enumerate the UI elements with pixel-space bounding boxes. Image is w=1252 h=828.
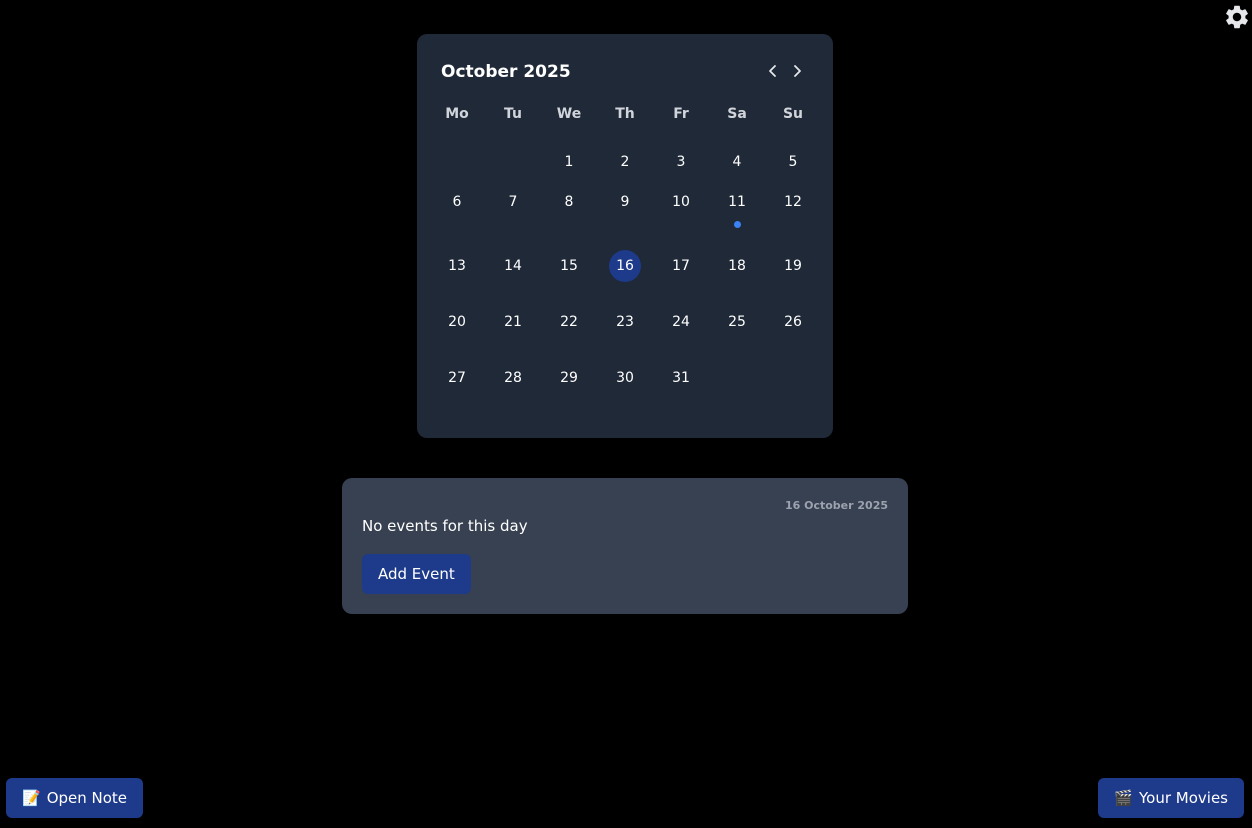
day-cell: 11 (709, 186, 765, 250)
month-title: October 2025 (441, 62, 571, 82)
gear-icon (1226, 5, 1248, 29)
day-number[interactable]: 21 (497, 306, 529, 338)
day-cell: 16 (597, 250, 653, 306)
day-number-selected[interactable]: 16 (609, 250, 641, 282)
clapperboard-icon: 🎬 (1114, 788, 1133, 807)
day-number[interactable]: 19 (777, 250, 809, 282)
day-grid: 1 2 3 4 5 6 7 8 9 10 11 12 13 14 15 16 17 18 19 20 21 22 23 24 2… (429, 146, 821, 418)
selected-date-label: 16 October 2025 (784, 499, 888, 512)
day-cell: 27 (429, 362, 485, 418)
day-cell: 19 (765, 250, 821, 306)
day-events-panel: 16 October 2025 No events for this day A… (342, 478, 908, 614)
day-number[interactable]: 9 (609, 186, 641, 218)
day-number[interactable]: 10 (665, 186, 697, 218)
day-number[interactable]: 15 (553, 250, 585, 282)
chevron-left-icon (769, 65, 776, 77)
day-cell-empty (429, 146, 485, 186)
day-number[interactable]: 25 (721, 306, 753, 338)
event-indicator-dot (733, 221, 741, 228)
day-cell: 24 (653, 306, 709, 362)
day-number[interactable]: 13 (441, 250, 473, 282)
day-cell: 8 (541, 186, 597, 250)
day-number[interactable]: 6 (441, 186, 473, 218)
day-cell: 21 (485, 306, 541, 362)
day-number[interactable]: 30 (609, 362, 641, 394)
your-movies-button[interactable]: 🎬 Your Movies (1098, 778, 1244, 818)
day-number[interactable]: 12 (777, 186, 809, 218)
day-cell: 28 (485, 362, 541, 418)
calendar-page: October 2025 Mo Tu We Th Fr Sa Su 1 2 3 4 5 6 7 8 9 10 1… (0, 0, 1252, 828)
empty-events-message: No events for this day (362, 517, 528, 535)
day-number[interactable]: 17 (665, 250, 697, 282)
prev-month-button[interactable] (763, 61, 783, 81)
day-cell: 23 (597, 306, 653, 362)
day-cell: 3 (653, 146, 709, 186)
weekday-label: We (556, 106, 582, 122)
open-note-button[interactable]: 📝 Open Note (6, 778, 144, 818)
day-cell: 20 (429, 306, 485, 362)
weekday-label: Fr (673, 106, 689, 122)
chevron-right-icon (794, 65, 801, 77)
day-cell: 1 (541, 146, 597, 186)
day-number[interactable]: 4 (721, 146, 753, 178)
day-cell: 12 (765, 186, 821, 250)
day-cell: 31 (653, 362, 709, 418)
day-number[interactable]: 28 (497, 362, 529, 394)
day-cell: 18 (709, 250, 765, 306)
day-number[interactable]: 23 (609, 306, 641, 338)
calendar-card: October 2025 Mo Tu We Th Fr Sa Su 1 2 3 4 5 6 7 8 9 10 1… (417, 34, 833, 438)
day-cell: 9 (597, 186, 653, 250)
day-cell-empty (485, 146, 541, 186)
day-number[interactable]: 24 (665, 306, 697, 338)
your-movies-label: Your Movies (1139, 789, 1228, 807)
day-number[interactable]: 5 (777, 146, 809, 178)
weekday-header: Mo Tu We Th Fr Sa Su (429, 104, 821, 124)
day-number[interactable]: 8 (553, 186, 585, 218)
day-number[interactable]: 11 (721, 186, 753, 218)
day-number[interactable]: 26 (777, 306, 809, 338)
day-number[interactable]: 2 (609, 146, 641, 178)
note-icon: 📝 (22, 788, 41, 807)
day-number[interactable]: 20 (441, 306, 473, 338)
day-number[interactable]: 3 (665, 146, 697, 178)
day-number[interactable]: 7 (497, 186, 529, 218)
day-cell: 26 (765, 306, 821, 362)
day-cell: 5 (765, 146, 821, 186)
next-month-button[interactable] (787, 61, 807, 81)
day-cell: 30 (597, 362, 653, 418)
day-cell: 13 (429, 250, 485, 306)
day-cell: 25 (709, 306, 765, 362)
day-number[interactable]: 1 (553, 146, 585, 178)
day-cell: 10 (653, 186, 709, 250)
settings-button[interactable] (1222, 2, 1252, 32)
open-note-label: Open Note (46, 789, 128, 807)
weekday-label: Mo (445, 106, 469, 122)
day-number[interactable]: 31 (665, 362, 697, 394)
day-cell: 17 (653, 250, 709, 306)
weekday-label: Tu (504, 106, 522, 122)
day-number[interactable]: 18 (721, 250, 753, 282)
day-cell: 7 (485, 186, 541, 250)
day-number[interactable]: 27 (441, 362, 473, 394)
day-number[interactable]: 14 (497, 250, 529, 282)
weekday-label: Th (615, 106, 635, 122)
day-cell: 2 (597, 146, 653, 186)
day-number[interactable]: 29 (553, 362, 585, 394)
day-cell: 22 (541, 306, 597, 362)
day-cell: 6 (429, 186, 485, 250)
day-cell: 29 (541, 362, 597, 418)
weekday-label: Su (782, 106, 804, 122)
day-cell: 4 (709, 146, 765, 186)
add-event-button[interactable]: Add Event (362, 554, 471, 594)
day-cell: 14 (485, 250, 541, 306)
day-cell: 15 (541, 250, 597, 306)
day-number[interactable]: 22 (553, 306, 585, 338)
weekday-label: Sa (727, 106, 747, 122)
